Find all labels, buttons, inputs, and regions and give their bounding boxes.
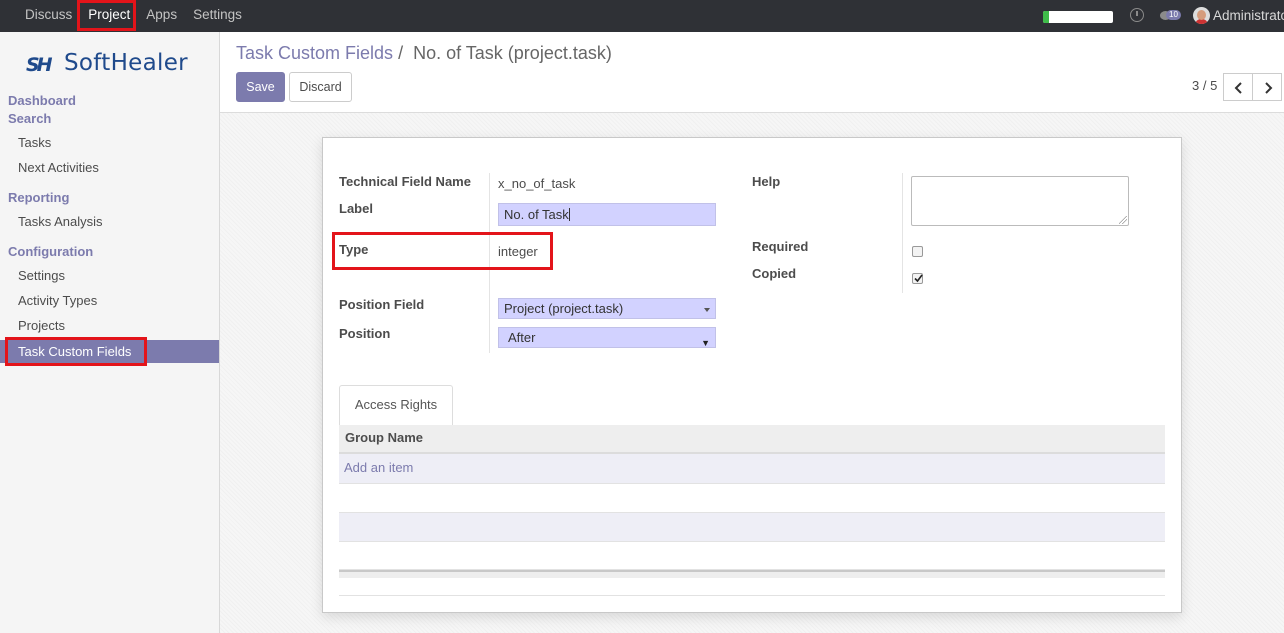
sidebar-item-tasks[interactable]: Tasks	[0, 131, 219, 154]
form-column-divider-right	[902, 173, 903, 293]
resize-grip-icon[interactable]	[1119, 216, 1127, 224]
table-row	[339, 484, 1165, 513]
activity-progress-bar[interactable]	[1043, 11, 1113, 23]
save-button[interactable]: Save	[236, 72, 285, 102]
logo-text: SoftHealer	[64, 50, 188, 76]
sidebar-item-settings[interactable]: Settings	[0, 264, 219, 287]
copied-label: Copied	[752, 266, 797, 281]
label-field-label: Label	[339, 201, 373, 216]
help-textarea[interactable]	[911, 176, 1129, 226]
softhealer-logo[interactable]: SH SoftHealer	[26, 48, 188, 78]
menu-settings[interactable]: Settings	[185, 0, 250, 32]
menu-discuss[interactable]: Discuss	[17, 0, 80, 32]
highlight-box-type	[332, 232, 553, 270]
copied-checkbox[interactable]	[912, 273, 923, 284]
sidebar-section-configuration: Configuration	[8, 244, 94, 259]
label-input[interactable]: No. of Task	[498, 203, 716, 226]
user-menu[interactable]: Administrator	[1213, 0, 1284, 31]
table-row	[339, 542, 1165, 570]
pager-value[interactable]: 3 / 5	[1192, 78, 1217, 93]
sidebar-section-dashboard[interactable]: Dashboard	[8, 93, 76, 108]
clock-icon[interactable]	[1130, 8, 1144, 22]
progress-fill	[1043, 11, 1049, 23]
required-label: Required	[752, 239, 809, 254]
sidebar-section-search: Search	[8, 111, 52, 126]
table-footer	[339, 570, 1165, 578]
sidebar-item-projects[interactable]: Projects	[0, 314, 219, 337]
chevron-left-icon	[1234, 82, 1242, 94]
position-field-select[interactable]: Project (project.task)	[498, 298, 716, 319]
menu-apps[interactable]: Apps	[138, 0, 185, 32]
sidebar-item-next-activities[interactable]: Next Activities	[0, 156, 219, 179]
breadcrumb-parent-link[interactable]: Task Custom Fields	[236, 43, 393, 63]
technical-field-name-label: Technical Field Name	[339, 174, 471, 189]
dropdown-caret-icon	[704, 308, 710, 312]
table-row	[339, 454, 1165, 484]
sidebar-item-tasks-analysis[interactable]: Tasks Analysis	[0, 210, 219, 233]
position-field-label: Position Field	[339, 297, 425, 312]
add-an-item-link[interactable]: Add an item	[344, 460, 413, 475]
table-row	[339, 513, 1165, 542]
position-label: Position	[339, 326, 391, 341]
tab-access-rights[interactable]: Access Rights	[339, 385, 453, 426]
table-footer-line	[339, 595, 1165, 596]
logo-mark-icon: SH	[26, 54, 53, 76]
breadcrumb-separator: /	[398, 43, 404, 63]
sidebar-item-activity-types[interactable]: Activity Types	[0, 289, 219, 312]
breadcrumb: Task Custom Fields / No. of Task (projec…	[236, 43, 612, 64]
avatar[interactable]	[1193, 7, 1210, 24]
discard-button[interactable]: Discard	[289, 72, 352, 102]
pager-next-button[interactable]	[1252, 73, 1282, 101]
highlight-box-task-custom-fields	[5, 337, 147, 366]
chevron-right-icon	[1265, 82, 1273, 94]
technical-field-name-value: x_no_of_task	[498, 176, 576, 191]
sidebar-section-reporting: Reporting	[8, 190, 70, 205]
help-label: Help	[752, 174, 781, 189]
message-count-badge: 10	[1166, 10, 1181, 20]
position-select[interactable]: After ▼	[498, 327, 716, 348]
pager-previous-button[interactable]	[1223, 73, 1253, 101]
checkmark-icon	[914, 274, 923, 283]
highlight-box-project-menu	[77, 0, 136, 31]
group-name-column-header[interactable]: Group Name	[339, 425, 1165, 454]
breadcrumb-current: No. of Task (project.task)	[413, 43, 612, 63]
top-navbar: Discuss Project Apps Settings 10 Adminis…	[0, 0, 1284, 32]
required-checkbox[interactable]	[912, 246, 923, 257]
dropdown-arrow-icon: ▼	[701, 338, 710, 348]
